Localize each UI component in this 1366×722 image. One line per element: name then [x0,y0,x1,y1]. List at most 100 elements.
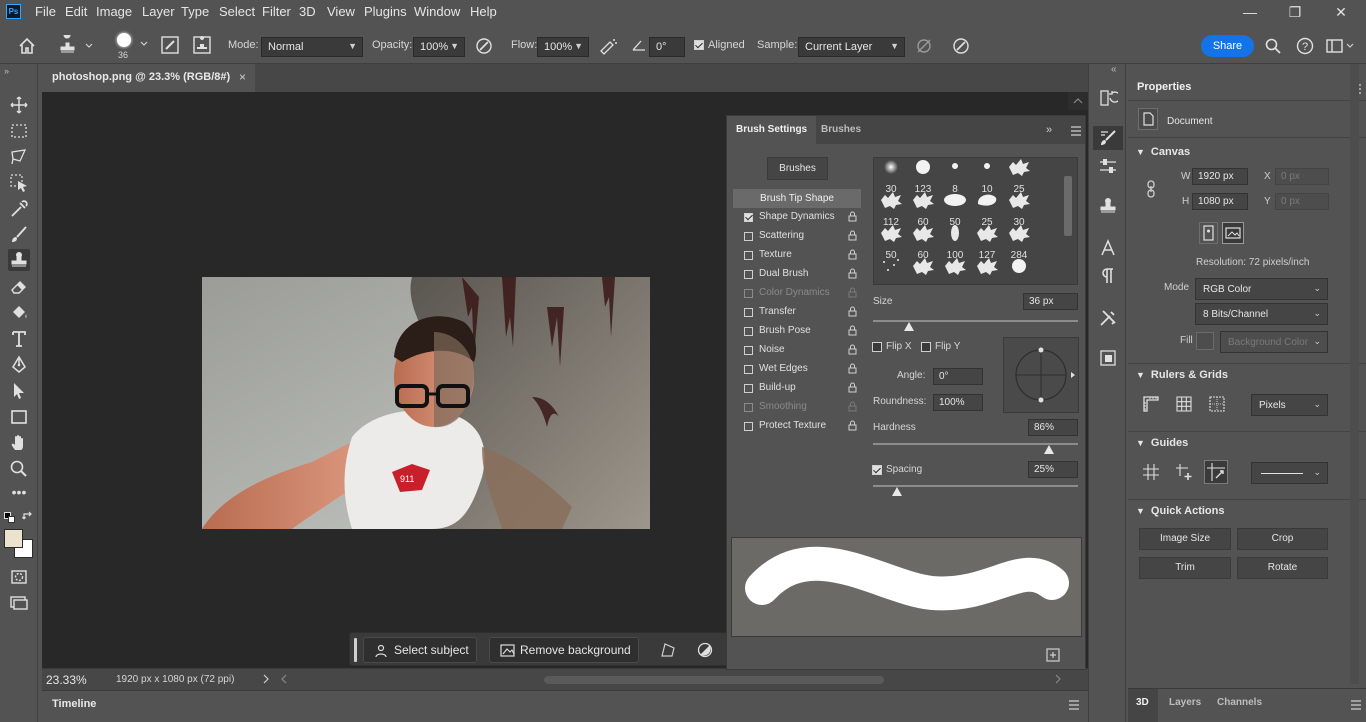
hardness-field[interactable]: 86% [1028,419,1078,436]
create-new-brush-icon[interactable] [1046,648,1060,662]
brush-size-picker[interactable]: 36 [112,32,152,62]
menu-edit[interactable]: Edit [65,4,87,19]
brush-option-smoothing[interactable]: Smoothing [733,398,861,417]
expand-panels-icon[interactable]: « [1111,64,1117,75]
flip-y-checkbox[interactable] [921,342,931,352]
lock-icon[interactable] [848,287,857,298]
close-document-icon[interactable]: × [239,70,246,84]
height-field[interactable]: 1080 px [1192,193,1248,210]
rotate-button[interactable]: Rotate [1237,557,1328,579]
brush-option-checkbox[interactable] [744,365,753,374]
menu-plugins[interactable]: Plugins [364,4,407,19]
eyedropper-tool-icon[interactable] [8,198,30,220]
spacing-checkbox[interactable] [872,465,882,475]
bit-depth-select[interactable]: 8 Bits/Channel ⌄ [1195,303,1328,325]
history-panel-icon[interactable] [1098,88,1118,108]
crop-button[interactable]: Crop [1237,528,1328,550]
zoom-level[interactable]: 23.33% [46,673,87,687]
brush-tip-grid[interactable]: 3012381025112605025305060100127284801741… [873,157,1078,285]
new-guide-icon[interactable] [1175,463,1193,481]
lock-icon[interactable] [848,325,857,336]
brush-option-checkbox[interactable] [744,270,753,279]
lock-icon[interactable] [848,268,857,279]
clone-stamp-tool-icon[interactable] [8,249,30,271]
menu-window[interactable]: Window [414,4,460,19]
brush-option-checkbox[interactable] [744,213,753,222]
transform-icon[interactable] [660,642,676,658]
aligned-checkbox[interactable] [694,40,704,50]
move-tool-icon[interactable] [8,94,30,116]
brush-option-shape-dynamics[interactable]: Shape Dynamics [733,208,861,227]
layer-comps-icon[interactable] [1098,348,1118,368]
fill-color-swatch[interactable] [1196,332,1214,350]
hand-tool-icon[interactable] [8,432,30,454]
paragraph-panel-icon[interactable] [1098,266,1118,286]
size-slider-thumb[interactable] [904,322,914,331]
spacing-field[interactable]: 25% [1028,461,1078,478]
flow-field[interactable]: 100% ▼ [537,37,589,57]
trim-button[interactable]: Trim [1139,557,1231,579]
remove-background-button[interactable]: Remove background [489,637,639,663]
spacing-slider-thumb[interactable] [892,487,902,496]
scroll-right-icon[interactable] [1054,673,1062,685]
object-selection-tool-icon[interactable] [8,172,30,194]
brush-option-checkbox[interactable] [744,232,753,241]
type-tool-icon[interactable] [8,328,30,350]
flip-x-checkbox[interactable] [872,342,882,352]
landscape-orientation-icon[interactable] [1222,222,1244,244]
brush-option-checkbox[interactable] [744,327,753,336]
quick-actions-section-title[interactable]: ▼ Quick Actions [1136,505,1224,517]
menu-filter[interactable]: Filter [262,4,291,19]
brush-option-checkbox[interactable] [744,422,753,431]
swap-colors-icon[interactable] [22,511,34,523]
context-bar-handle[interactable] [354,638,357,662]
lock-icon[interactable] [848,306,857,317]
close-window-button[interactable]: ✕ [1329,2,1353,22]
marquee-tool-icon[interactable] [8,120,30,142]
brush-option-texture[interactable]: Texture [733,246,861,265]
lock-icon[interactable] [848,401,857,412]
adjustments-panel-icon[interactable] [1098,156,1118,176]
toggle-clone-source-icon[interactable] [192,35,212,55]
menu-help[interactable]: Help [470,4,497,19]
lock-icon[interactable] [848,344,857,355]
brush-settings-panel-icon[interactable] [1093,126,1123,150]
menu-type[interactable]: Type [181,4,209,19]
properties-scrollbar[interactable] [1350,64,1359,684]
rulers-grids-section-title[interactable]: ▼ Rulers & Grids [1136,369,1228,381]
ruler-units-select[interactable]: Pixels ⌄ [1251,394,1328,416]
menu-layer[interactable]: Layer [142,4,175,19]
guides-icon[interactable] [1142,463,1160,481]
menu-file[interactable]: File [35,4,56,19]
edit-toolbar-icon[interactable]: ••• [8,484,30,506]
clone-source-panel-icon[interactable] [1098,196,1118,216]
lock-icon[interactable] [848,249,857,260]
brush-tool-icon[interactable] [8,224,30,246]
brush-option-protect-texture[interactable]: Protect Texture [733,417,861,436]
tools-panel-icon[interactable] [1098,308,1118,328]
brush-tip[interactable]: 80 [876,256,906,284]
brush-option-checkbox[interactable] [744,251,753,260]
timeline-menu-icon[interactable] [1068,700,1080,710]
brush-tip-shape-item[interactable]: Brush Tip Shape [733,189,861,208]
brush-option-wet-edges[interactable]: Wet Edges [733,360,861,379]
help-icon[interactable]: ? [1296,37,1314,55]
lock-icon[interactable] [848,211,857,222]
brush-option-checkbox[interactable] [744,346,753,355]
workspace-icon[interactable] [1326,38,1356,54]
pressure-opacity-icon[interactable] [475,37,493,55]
collapse-panel-icon[interactable]: » [1046,124,1052,136]
brush-option-checkbox[interactable] [744,308,753,317]
lasso-tool-icon[interactable] [8,146,30,168]
brush-panel-menu-icon[interactable] [1070,126,1082,136]
menu-3d[interactable]: 3D [299,4,316,19]
brush-option-color-dynamics[interactable]: Color Dynamics [733,284,861,303]
home-icon[interactable] [18,37,36,55]
tab-layers[interactable]: Layers [1169,697,1201,708]
guide-layout-icon[interactable] [1204,460,1228,484]
menu-select[interactable]: Select [219,4,255,19]
angle-field[interactable]: 0° [649,37,685,57]
path-selection-tool-icon[interactable] [8,380,30,402]
minimize-button[interactable]: — [1238,2,1262,22]
eraser-tool-icon[interactable] [8,276,30,298]
